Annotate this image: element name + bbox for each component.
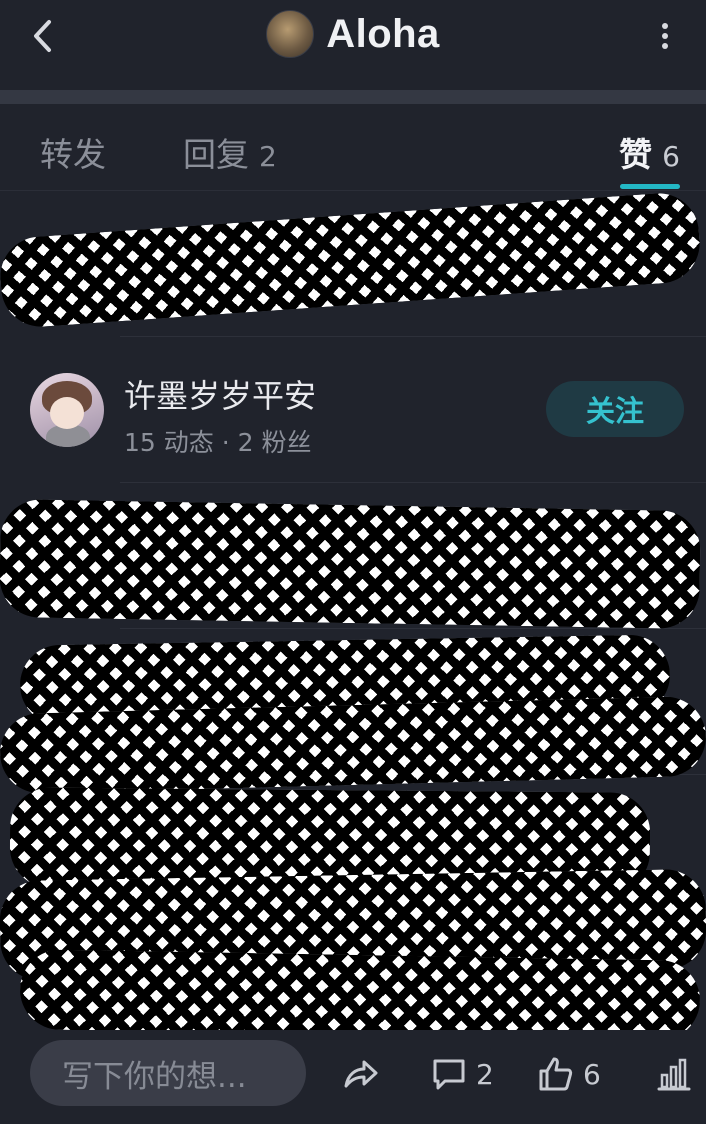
avatar[interactable] bbox=[30, 373, 104, 447]
tab-reply-count: 2 bbox=[259, 140, 277, 173]
tab-reply-label: 回复 bbox=[183, 135, 249, 174]
thumbs-up-icon bbox=[539, 1057, 573, 1091]
avatar-face bbox=[50, 397, 84, 429]
share-icon bbox=[344, 1060, 378, 1088]
author-avatar[interactable] bbox=[266, 10, 315, 58]
like-count: 6 bbox=[583, 1057, 601, 1091]
share-button[interactable] bbox=[340, 1052, 380, 1096]
comment-button[interactable]: 2 bbox=[430, 1052, 494, 1096]
user-name[interactable]: 许墨岁岁平安 bbox=[124, 371, 316, 417]
tab-like-count: 6 bbox=[662, 140, 680, 173]
active-tab-indicator bbox=[620, 184, 680, 189]
tab-repost[interactable]: 转发 bbox=[40, 128, 106, 176]
tab-repost-label: 转发 bbox=[40, 135, 106, 174]
tab-like-label: 赞 bbox=[619, 135, 653, 174]
bar-chart-icon bbox=[657, 1058, 691, 1091]
header-divider bbox=[0, 90, 706, 104]
comment-input[interactable]: 写下你的想... bbox=[30, 1040, 306, 1106]
tab-bar: 转发 回复 2 赞6 bbox=[0, 104, 706, 191]
follow-button[interactable]: 关注 bbox=[546, 381, 684, 437]
like-button[interactable]: 6 bbox=[537, 1052, 601, 1096]
user-stats: 15 动态 · 2 粉丝 bbox=[124, 428, 312, 457]
title-area: Aloha bbox=[0, 6, 706, 62]
more-button[interactable] bbox=[650, 18, 680, 54]
top-app-bar: Aloha bbox=[0, 0, 706, 90]
bottom-action-bar: 写下你的想... 2 6 bbox=[0, 1030, 706, 1124]
comment-icon bbox=[433, 1059, 465, 1090]
list-item[interactable]: 许墨岁岁平安 15 动态 · 2 粉丝 关注 bbox=[0, 337, 706, 483]
page-title: Aloha bbox=[326, 11, 440, 56]
tab-like[interactable]: 赞6 bbox=[619, 128, 680, 176]
vertical-ellipsis-icon bbox=[662, 23, 668, 49]
comment-count: 2 bbox=[476, 1057, 494, 1091]
redaction-mark bbox=[19, 949, 701, 1041]
redaction-mark bbox=[0, 498, 701, 630]
tab-reply[interactable]: 回复 2 bbox=[183, 128, 277, 176]
stats-button[interactable] bbox=[656, 1052, 692, 1096]
